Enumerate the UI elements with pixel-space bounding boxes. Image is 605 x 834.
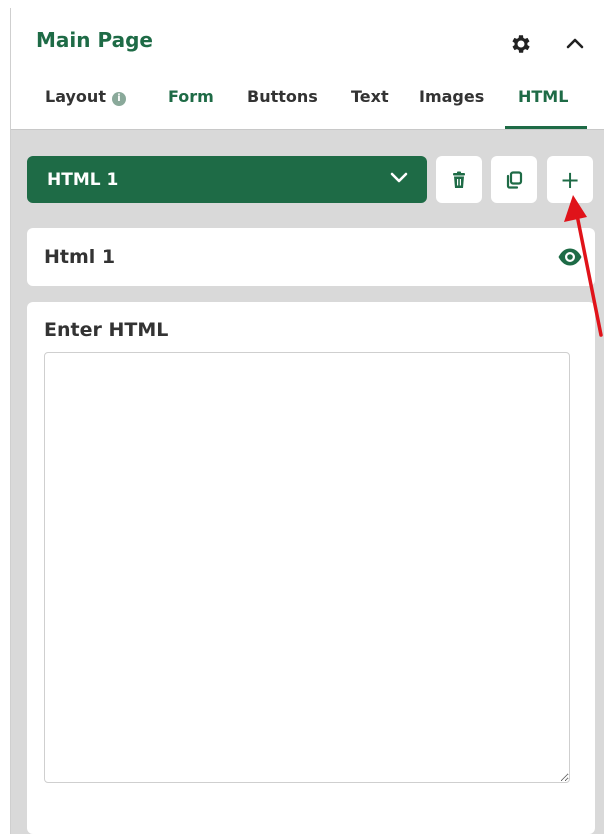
html-block-select[interactable]: HTML 1 (27, 156, 427, 203)
tab-bar: Layout i Form Buttons Text Images HTML (11, 78, 604, 130)
tab-form[interactable]: Form (168, 78, 214, 130)
tab-images[interactable]: Images (419, 78, 484, 130)
gear-icon (512, 35, 530, 53)
collapse-button[interactable] (559, 28, 591, 60)
html-item-card: Html 1 (27, 228, 595, 286)
tab-text-label: Text (351, 87, 389, 106)
tab-buttons[interactable]: Buttons (247, 78, 318, 130)
tab-buttons-label: Buttons (247, 87, 318, 106)
html-input[interactable] (44, 352, 570, 783)
add-button[interactable]: + (547, 156, 593, 203)
html-item-name: Html 1 (44, 246, 116, 268)
copy-icon (506, 170, 523, 189)
tab-html[interactable]: HTML (518, 78, 568, 130)
settings-button[interactable] (505, 28, 537, 60)
eye-icon (558, 248, 582, 266)
html-editor-label: Enter HTML (44, 319, 169, 341)
page-title: Main Page (36, 28, 153, 52)
tab-images-label: Images (419, 87, 485, 106)
chevron-up-icon (566, 38, 584, 49)
chevron-down-icon (389, 170, 409, 189)
header-divider (11, 129, 604, 130)
tab-html-label: HTML (518, 87, 569, 106)
html-block-select-value: HTML 1 (47, 169, 119, 190)
editor-panel: Main Page Layout i Form Buttons Text Ima… (10, 8, 604, 834)
info-icon[interactable]: i (111, 92, 126, 106)
delete-button[interactable] (436, 156, 482, 203)
duplicate-button[interactable] (491, 156, 537, 203)
tab-form-label: Form (168, 87, 214, 106)
tab-layout-label: Layout (45, 87, 106, 106)
tab-layout[interactable]: Layout i (45, 78, 126, 130)
panel-header: Main Page Layout i Form Buttons Text Ima… (11, 8, 604, 130)
visibility-toggle[interactable] (557, 247, 583, 271)
tab-text[interactable]: Text (351, 78, 389, 130)
html-editor-card: Enter HTML (27, 302, 595, 834)
trash-icon (453, 171, 465, 188)
